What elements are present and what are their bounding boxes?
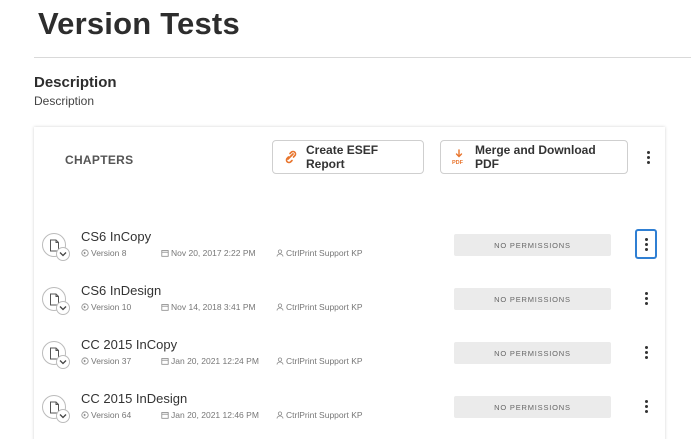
chapter-title[interactable]: CC 2015 InCopy <box>81 337 177 352</box>
more-options-icon[interactable] <box>635 229 657 259</box>
more-options-icon[interactable] <box>635 391 657 421</box>
chapter-title[interactable]: CC 2015 InDesign <box>81 391 187 406</box>
chevron-down-icon[interactable] <box>56 355 70 369</box>
chapter-row[interactable]: CS6 InDesign Version 10 Nov 14, 2018 3:4… <box>34 279 665 333</box>
chapter-row[interactable]: CC 2015 InCopy Version 37 Jan 20, 2021 1… <box>34 333 665 387</box>
chevron-down-icon[interactable] <box>56 409 70 423</box>
permission-badge: NO PERMISSIONS <box>454 234 611 256</box>
create-esef-report-button[interactable]: Create ESEF Report <box>272 140 424 174</box>
version-icon <box>81 411 89 419</box>
chapter-version: Version 64 <box>81 410 131 420</box>
permission-badge: NO PERMISSIONS <box>454 342 611 364</box>
merge-download-pdf-button[interactable]: PDF Merge and Download PDF <box>440 140 628 174</box>
chapter-user: CtrlPrint Support KP <box>276 356 363 366</box>
chapter-date: Nov 20, 2017 2:22 PM <box>161 248 256 258</box>
chapter-row[interactable]: CC 2015 InDesign Version 64 Jan 20, 2021… <box>34 387 665 439</box>
version-icon <box>81 249 89 257</box>
chapter-date: Jan 20, 2021 12:24 PM <box>161 356 259 366</box>
user-icon <box>276 411 284 419</box>
user-icon <box>276 249 284 257</box>
chapters-label: CHAPTERS <box>65 153 134 167</box>
user-icon <box>276 303 284 311</box>
chapter-title[interactable]: CS6 InDesign <box>81 283 161 298</box>
calendar-icon <box>161 358 169 365</box>
version-icon <box>81 303 89 311</box>
chapter-row[interactable]: CS6 InCopy Version 8 Nov 20, 2017 2:22 P… <box>34 225 665 279</box>
pdf-download-icon: PDF <box>451 149 467 165</box>
permission-badge: NO PERMISSIONS <box>454 288 611 310</box>
chevron-down-icon[interactable] <box>56 247 70 261</box>
chapter-title[interactable]: CS6 InCopy <box>81 229 151 244</box>
more-options-icon[interactable] <box>635 337 657 367</box>
chapter-date: Jan 20, 2021 12:46 PM <box>161 410 259 420</box>
permission-badge: NO PERMISSIONS <box>454 396 611 418</box>
title-divider <box>34 57 691 58</box>
calendar-icon <box>161 250 169 257</box>
chapter-user: CtrlPrint Support KP <box>276 248 363 258</box>
chevron-down-icon[interactable] <box>56 301 70 315</box>
chapter-date: Nov 14, 2018 3:41 PM <box>161 302 256 312</box>
more-options-icon[interactable] <box>635 283 657 313</box>
merge-download-pdf-label: Merge and Download PDF <box>475 143 596 171</box>
esef-link-icon <box>283 149 298 165</box>
chapter-version: Version 8 <box>81 248 126 258</box>
user-icon <box>276 357 284 365</box>
chapter-version: Version 10 <box>81 302 131 312</box>
description-heading: Description <box>34 74 117 91</box>
page-title: Version Tests <box>38 6 240 41</box>
calendar-icon <box>161 304 169 311</box>
calendar-icon <box>161 412 169 419</box>
create-esef-report-label: Create ESEF Report <box>306 143 379 171</box>
chapter-user: CtrlPrint Support KP <box>276 302 363 312</box>
svg-text:PDF: PDF <box>452 160 464 165</box>
chapter-version: Version 37 <box>81 356 131 366</box>
more-options-icon[interactable] <box>637 142 659 172</box>
version-icon <box>81 357 89 365</box>
chapters-panel: CHAPTERS Create ESEF Report PDF Merge an… <box>34 127 665 439</box>
chapter-user: CtrlPrint Support KP <box>276 410 363 420</box>
description-text: Description <box>34 94 95 108</box>
